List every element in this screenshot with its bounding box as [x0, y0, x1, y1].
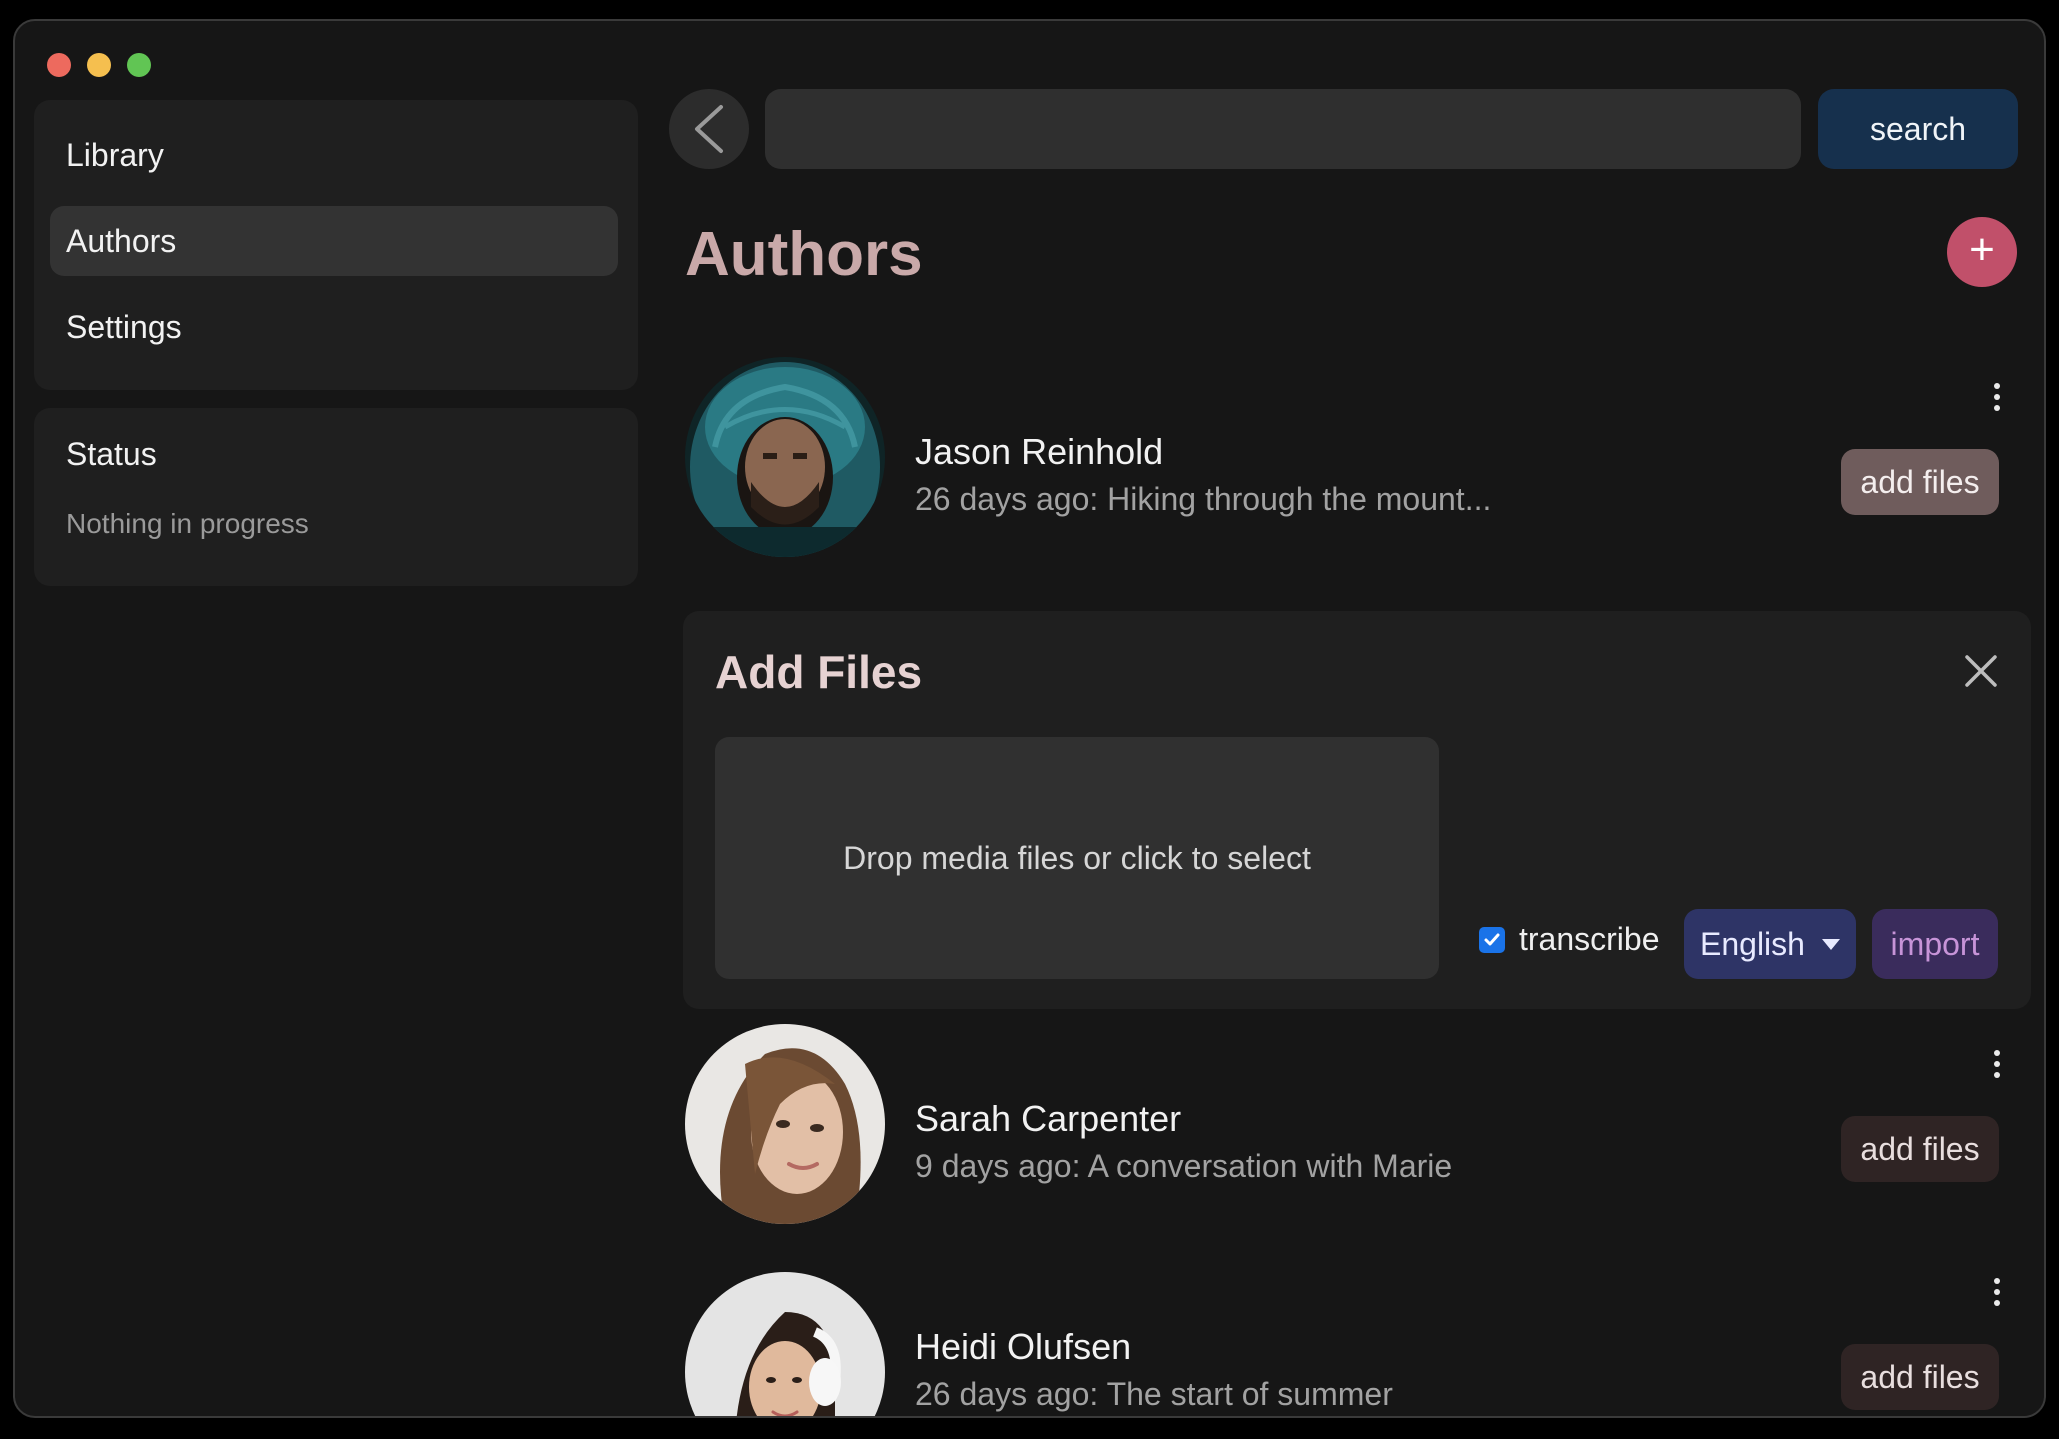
avatar [685, 1272, 885, 1416]
status-panel: Status Nothing in progress [34, 408, 638, 586]
app-window: Library Authors Settings Status Nothing … [13, 19, 2046, 1418]
transcribe-checkbox[interactable] [1479, 926, 1505, 953]
more-options-icon[interactable] [1987, 1050, 2007, 1090]
add-files-button[interactable]: add files [1841, 1116, 1999, 1182]
close-icon [1965, 655, 1997, 687]
import-button[interactable]: import [1872, 909, 1998, 979]
checkmark-icon [1484, 933, 1500, 945]
dropzone-label: Drop media files or click to select [843, 839, 1311, 876]
author-row[interactable]: Heidi Olufsen 26 days ago: The start of … [685, 1272, 2007, 1416]
status-title: Status [66, 436, 157, 472]
author-name: Sarah Carpenter [915, 1098, 1182, 1139]
author-subtitle: 9 days ago: A conversation with Marie [915, 1148, 1453, 1184]
chevron-left-icon [695, 105, 723, 153]
author-subtitle: 26 days ago: The start of summer [915, 1376, 1393, 1412]
author-name: Heidi Olufsen [915, 1326, 1132, 1367]
page-title: Authors [685, 220, 923, 289]
add-author-button[interactable]: + [1947, 217, 2017, 287]
sidebar-item-library[interactable]: Library [50, 120, 618, 190]
search-input[interactable] [765, 89, 1801, 169]
transcribe-toggle[interactable]: transcribe [1479, 921, 1660, 958]
add-files-panel: Add Files Drop media files or click to s… [683, 611, 2031, 1009]
add-files-title: Add Files [715, 646, 923, 698]
window-controls [47, 53, 151, 77]
avatar [685, 1024, 885, 1224]
close-button[interactable] [1961, 651, 2001, 691]
zoom-window-button[interactable] [127, 53, 151, 77]
author-row[interactable]: Jason Reinhold 26 days ago: Hiking throu… [685, 357, 2005, 557]
more-options-icon[interactable] [1987, 383, 2007, 423]
plus-icon: + [1969, 225, 1995, 274]
author-row[interactable]: Sarah Carpenter 9 days ago: A conversati… [685, 1024, 2005, 1224]
back-button[interactable] [669, 89, 749, 169]
file-dropzone[interactable]: Drop media files or click to select [715, 737, 1439, 979]
search-button[interactable]: search [1818, 89, 2018, 169]
add-files-button[interactable]: add files [1841, 449, 1999, 515]
sidebar-item-authors[interactable]: Authors [50, 206, 618, 276]
author-subtitle: 26 days ago: Hiking through the mount... [915, 481, 1492, 517]
add-files-button[interactable]: add files [1841, 1344, 1999, 1410]
status-text: Nothing in progress [66, 508, 309, 539]
caret-down-icon [1822, 939, 1840, 950]
transcribe-label: transcribe [1519, 921, 1660, 957]
language-select[interactable]: English [1684, 909, 1856, 979]
sidebar-item-settings[interactable]: Settings [50, 292, 618, 362]
language-value: English [1700, 926, 1805, 962]
author-name: Jason Reinhold [915, 431, 1164, 472]
close-window-button[interactable] [47, 53, 71, 77]
minimize-window-button[interactable] [87, 53, 111, 77]
sidebar-nav: Library Authors Settings [34, 100, 638, 390]
avatar [685, 357, 885, 557]
more-options-icon[interactable] [1987, 1278, 2007, 1318]
